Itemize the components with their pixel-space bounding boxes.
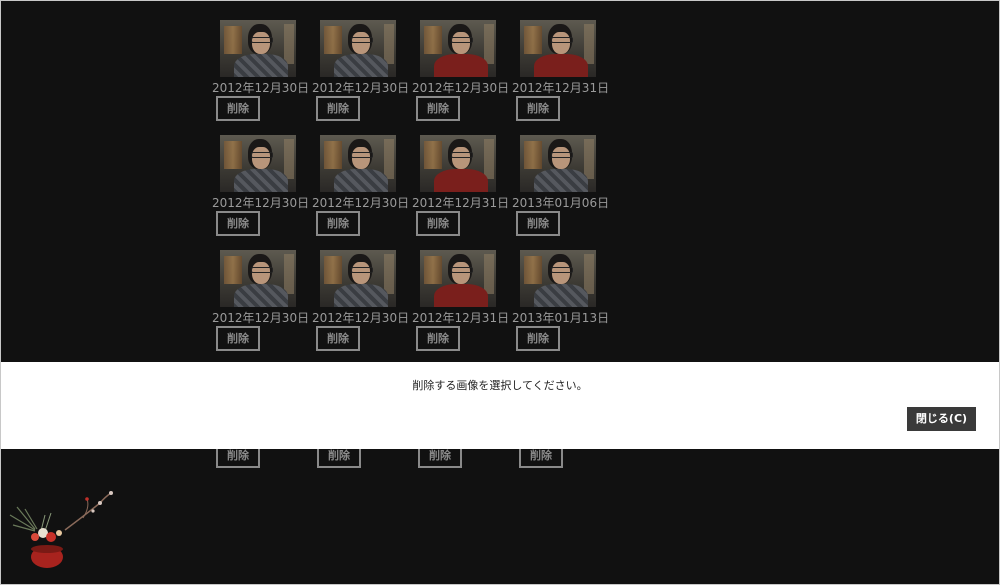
photo-date: 2013年01月13日	[512, 311, 610, 325]
photo-date: 2012年12月30日	[312, 311, 410, 325]
message-dialog: 削除する画像を選択してください。 閉じる(C)	[1, 362, 999, 449]
photo-card: 2013年01月06日 削除	[512, 135, 612, 250]
photo-date: 2013年01月06日	[512, 196, 610, 210]
delete-button[interactable]: 削除	[416, 326, 460, 351]
delete-button[interactable]: 削除	[416, 96, 460, 121]
photo-card: 2012年12月31日 削除	[412, 250, 512, 365]
photo-card: 2012年12月31日 削除	[512, 20, 612, 135]
photo-card: 2013年01月13日 削除	[512, 250, 612, 365]
delete-button[interactable]: 削除	[216, 211, 260, 236]
photo-thumbnail[interactable]	[220, 135, 296, 192]
photo-card: 2012年12月30日 削除	[312, 135, 412, 250]
photo-date: 2012年12月30日	[212, 196, 310, 210]
photo-date: 2012年12月30日	[212, 81, 310, 95]
photo-card: 2012年12月30日 削除	[312, 250, 412, 365]
photo-thumbnail[interactable]	[320, 20, 396, 77]
photo-thumbnail[interactable]	[520, 20, 596, 77]
delete-button[interactable]: 削除	[316, 211, 360, 236]
delete-button[interactable]: 削除	[316, 326, 360, 351]
photo-thumbnail[interactable]	[520, 135, 596, 192]
photo-row: 2012年12月30日 削除 2012年12月30日 削除 2012年12月31…	[212, 250, 612, 365]
delete-button[interactable]: 削除	[216, 326, 260, 351]
photo-date: 2012年12月31日	[512, 81, 610, 95]
photo-thumbnail[interactable]	[220, 20, 296, 77]
photo-row: 2012年12月30日 削除 2012年12月30日 削除 2012年12月31…	[212, 135, 612, 250]
photo-date: 2012年12月31日	[412, 196, 510, 210]
photo-card: 2012年12月30日 削除	[312, 20, 412, 135]
delete-button[interactable]: 削除	[516, 96, 560, 121]
photo-thumbnail[interactable]	[420, 20, 496, 77]
photo-card: 2012年12月30日 削除	[212, 250, 312, 365]
photo-thumbnail[interactable]	[420, 250, 496, 307]
photo-date: 2012年12月31日	[412, 311, 510, 325]
photo-row: 2012年12月30日 削除 2012年12月30日 削除 2012年12月30…	[212, 20, 612, 135]
close-button[interactable]: 閉じる(C)	[907, 407, 976, 431]
photo-thumbnail[interactable]	[320, 135, 396, 192]
delete-button[interactable]: 削除	[416, 211, 460, 236]
delete-button[interactable]: 削除	[516, 326, 560, 351]
delete-button[interactable]: 削除	[516, 211, 560, 236]
photo-date: 2012年12月30日	[312, 81, 410, 95]
dialog-message: 削除する画像を選択してください。	[412, 379, 588, 392]
photo-thumbnail[interactable]	[420, 135, 496, 192]
photo-thumbnail[interactable]	[220, 250, 296, 307]
photo-thumbnail[interactable]	[520, 250, 596, 307]
delete-button[interactable]: 削除	[316, 96, 360, 121]
delete-button[interactable]: 削除	[216, 96, 260, 121]
photo-grid: 2012年12月30日 削除 2012年12月30日 削除 2012年12月30…	[212, 20, 612, 365]
photo-thumbnail[interactable]	[320, 250, 396, 307]
photo-date: 2012年12月30日	[412, 81, 510, 95]
photo-date: 2012年12月30日	[212, 311, 310, 325]
photo-card: 2012年12月30日 削除	[212, 20, 312, 135]
photo-card: 2012年12月30日 削除	[212, 135, 312, 250]
photo-date: 2012年12月30日	[312, 196, 410, 210]
photo-card: 2012年12月30日 削除	[412, 20, 512, 135]
photo-card: 2012年12月31日 削除	[412, 135, 512, 250]
flower-arrangement-decoration	[9, 491, 113, 568]
